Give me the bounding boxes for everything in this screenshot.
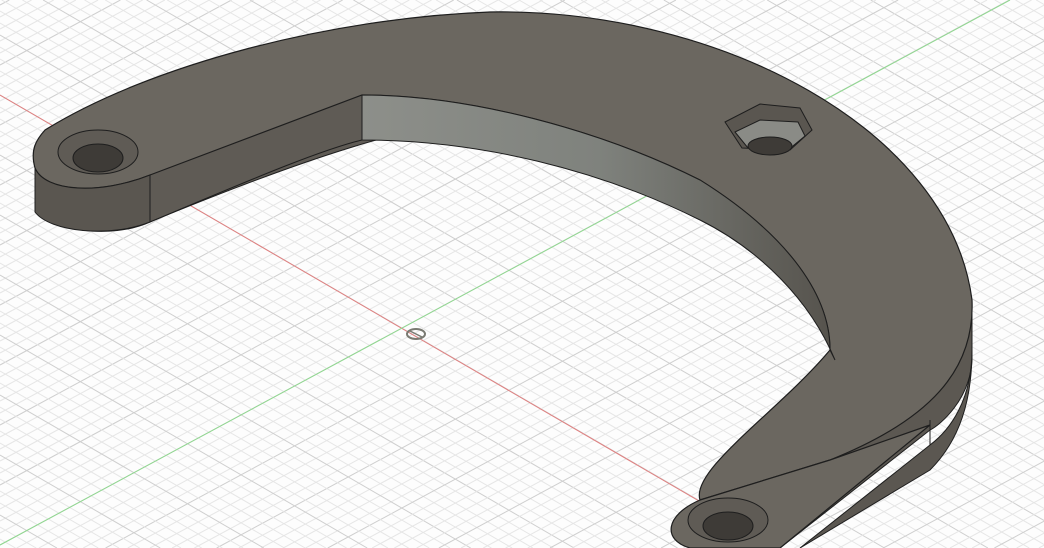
- grid-line: [860, 448, 1044, 548]
- model-canvas[interactable]: [0, 0, 1044, 548]
- origin-icon[interactable]: [406, 328, 426, 340]
- grid-line: [953, 0, 1044, 53]
- grid-line: [1016, 532, 1044, 548]
- right-hole: [687, 497, 769, 543]
- grid-line: [994, 520, 1044, 548]
- grid-line: [0, 526, 37, 548]
- grid-line: [0, 202, 596, 548]
- grid-line: [0, 0, 10, 6]
- grid-line: [0, 418, 223, 548]
- grid-line: [927, 484, 1044, 548]
- grid-line: [0, 346, 347, 548]
- grid-line: [849, 0, 1044, 113]
- grid-line: [905, 472, 1044, 548]
- grid-line: [971, 508, 1044, 548]
- grid-line: [870, 0, 1044, 101]
- grid-line: [0, 190, 616, 548]
- grid-line: [0, 430, 202, 548]
- grid-line: [829, 0, 1044, 125]
- left-hole: [57, 129, 139, 175]
- grid-line: [0, 370, 306, 548]
- grid-line: [1035, 0, 1044, 5]
- 3d-viewport[interactable]: [0, 0, 1044, 548]
- grid-line: [0, 334, 368, 548]
